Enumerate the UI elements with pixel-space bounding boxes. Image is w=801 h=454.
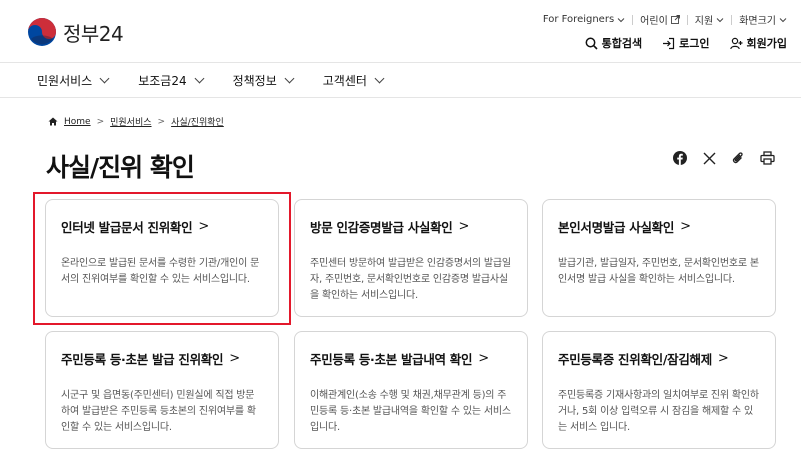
divider [686,14,688,25]
chevron-right-icon: > [680,219,691,234]
util-screen-size[interactable]: 화면크기 [739,12,787,27]
user-plus-icon [729,37,743,49]
card-title-text: 본인서명발급 사실확인 [558,220,675,235]
utility-nav: For Foreigners 어린이 지원 화면크기 [543,12,787,27]
card-title-text: 주민등록증 진위확인/잠김해제 [558,352,712,367]
chevron-right-icon: > [717,351,729,366]
gnb-label: 정책정보 [232,73,277,88]
page-title: 사실/진위 확인 [46,153,195,182]
util-label: 어린이 [640,16,668,27]
util-label: For Foreigners [542,14,615,25]
card-resident-register-history[interactable]: 주민등록 등·초본 발급내역 확인 > 이해관계인(소송 수행 및 채권,채무관계… [294,331,528,449]
breadcrumb-home[interactable]: Home [64,117,91,127]
user-nav: 통합검색 로그인 회원가입 [585,35,787,51]
util-label: 지원 [694,16,714,27]
home-icon [48,117,58,126]
login-icon [663,37,675,49]
card-description: 주민센터 방문하여 발급받은 인감증명서의 발급일자, 주민번호, 문서확인번호… [310,258,511,301]
search-icon [585,37,598,50]
chevron-down-icon [617,17,625,22]
gnb-customer-center[interactable]: 고객센터 [322,72,385,89]
chevron-right-icon: > [229,351,240,366]
gnb-label: 보조금24 [138,73,187,88]
chevron-right-icon: > [458,219,470,234]
chevron-right-icon: > [96,116,105,127]
external-link-icon [670,15,680,24]
card-title: 인터넷 발급문서 진위확인 > [61,217,262,236]
chevron-down-icon [716,17,724,22]
taegeuk-logo-icon [28,18,56,46]
user-nav-label: 회원가입 [746,37,787,50]
breadcrumb-current[interactable]: 사실/진위확인 [171,115,224,128]
main-nav: 민원서비스 보조금24 정책정보 고객센터 [0,62,801,98]
breadcrumb-civil-services[interactable]: 민원서비스 [110,115,151,128]
card-internet-doc-verify[interactable]: 인터넷 발급문서 진위확인 > 온라인으로 발급된 문서를 수령한 기관/개인이 … [45,199,279,317]
card-description: 시군구 및 읍면동(주민센터) 민원실에 직접 방문하여 발급받은 주민등록 등… [61,390,256,433]
chevron-right-icon: > [198,219,209,234]
card-title: 방문 인감증명발급 사실확인 > [310,217,511,236]
card-id-card-verify-unlock[interactable]: 주민등록증 진위확인/잠김해제 > 주민등록증 기재사항과의 일치여부로 진위 확… [542,331,776,449]
integrated-search-button[interactable]: 통합검색 [585,35,642,51]
link-icon[interactable] [730,150,746,166]
facebook-icon[interactable] [672,150,688,166]
card-resident-register-verify[interactable]: 주민등록 등·초본 발급 진위확인 > 시군구 및 읍면동(주민센터) 민원실에 … [45,331,279,449]
logo[interactable]: 정부24 [27,17,124,47]
card-description: 발급기관, 발급일자, 주민번호, 문서확인번호로 본인서명 발급 사실을 확인… [558,258,759,285]
chevron-down-icon [194,73,205,83]
chevron-down-icon [99,73,110,83]
x-icon[interactable] [701,150,717,166]
card-title: 주민등록증 진위확인/잠김해제 > [558,349,759,368]
header: 정부24 For Foreigners 어린이 지원 화면크기 통합검색 로그인… [0,0,801,62]
divider [731,14,733,25]
card-seal-certificate-verify[interactable]: 방문 인감증명발급 사실확인 > 주민센터 방문하여 발급받은 인감증명서의 발급… [294,199,528,317]
card-title-text: 인터넷 발급문서 진위확인 [61,220,193,235]
gnb-subsidy24[interactable]: 보조금24 [138,72,205,89]
chevron-right-icon: > [478,351,489,366]
card-signature-verify[interactable]: 본인서명발급 사실확인 > 발급기관, 발급일자, 주민번호, 문서확인번호로 본… [542,199,776,317]
signup-button[interactable]: 회원가입 [729,35,787,51]
gnb-policy-info[interactable]: 정책정보 [232,72,295,89]
card-title: 주민등록 등·초본 발급 진위확인 > [61,349,262,368]
user-nav-label: 로그인 [679,37,710,50]
user-nav-label: 통합검색 [601,37,643,50]
util-for-foreigners[interactable]: For Foreigners [543,14,625,25]
chevron-down-icon [779,17,787,22]
util-label: 화면크기 [739,16,776,27]
card-title-text: 주민등록 등·초본 발급 진위확인 [61,352,224,367]
card-title-text: 방문 인감증명발급 사실확인 [310,220,453,235]
card-description: 온라인으로 발급된 문서를 수령한 기관/개인이 문서의 진위여부를 확인할 수… [61,258,260,285]
card-title: 주민등록 등·초본 발급내역 확인 > [310,349,511,368]
share-toolbar [672,150,775,166]
gnb-label: 민원서비스 [37,73,93,88]
util-kids[interactable]: 어린이 [640,12,680,27]
card-title-text: 주민등록 등·초본 발급내역 확인 [310,352,473,367]
card-description: 주민등록증 기재사항과의 일치여부로 진위 확인하거나, 5회 이상 입력오류 … [558,390,759,433]
util-support[interactable]: 지원 [695,12,724,27]
chevron-right-icon: > [157,116,166,127]
chevron-down-icon [374,73,385,83]
breadcrumb: Home > 민원서비스 > 사실/진위확인 [48,115,224,128]
divider [632,14,634,25]
card-title: 본인서명발급 사실확인 > [558,217,759,236]
logo-text: 정부24 [63,21,124,46]
chevron-down-icon [284,73,295,83]
card-description: 이해관계인(소송 수행 및 채권,채무관계 등)의 주민등록 등·초본 발급내역… [310,390,511,433]
gnb-civil-services[interactable]: 민원서비스 [37,72,110,89]
print-icon[interactable] [759,150,775,166]
login-button[interactable]: 로그인 [662,35,710,51]
gnb-label: 고객센터 [322,73,367,88]
